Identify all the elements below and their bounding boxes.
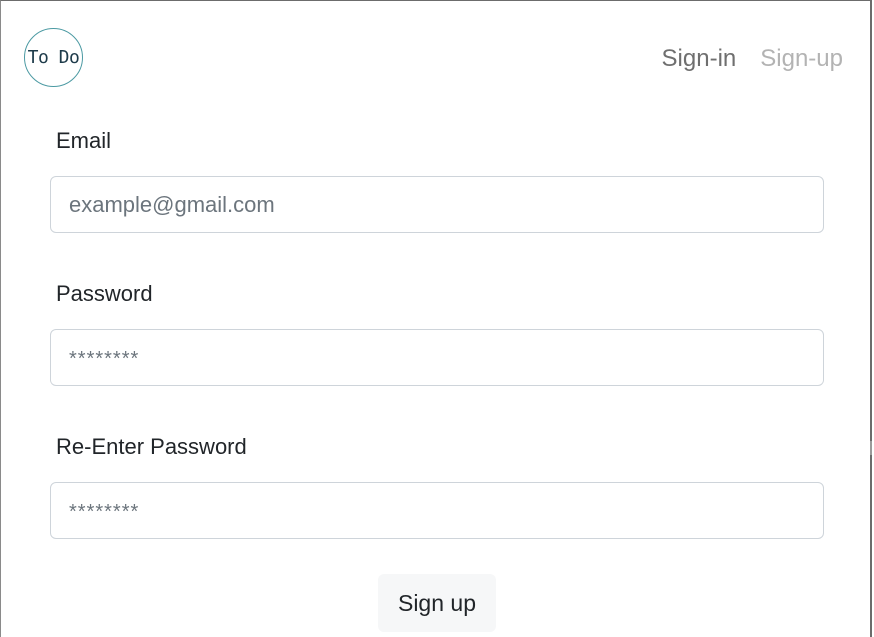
todo-logo[interactable]: To Do — [24, 28, 83, 87]
password-label: Password — [56, 281, 153, 306]
logo-text: To Do — [27, 47, 80, 68]
sign-up-button[interactable]: Sign up — [378, 574, 496, 632]
email-field[interactable] — [50, 176, 824, 233]
confirm-password-label: Re-Enter Password — [56, 434, 247, 459]
top-nav: Sign-in Sign-up — [662, 45, 843, 73]
confirm-password-field[interactable] — [50, 482, 824, 539]
nav-signup-link[interactable]: Sign-up — [760, 45, 843, 73]
app-window: To Do Sign-in Sign-up Email Password Re-… — [0, 0, 872, 637]
window-edge-marker — [870, 441, 872, 455]
password-field[interactable] — [50, 329, 824, 386]
email-label: Email — [56, 128, 112, 153]
nav-signin-link[interactable]: Sign-in — [662, 45, 737, 73]
